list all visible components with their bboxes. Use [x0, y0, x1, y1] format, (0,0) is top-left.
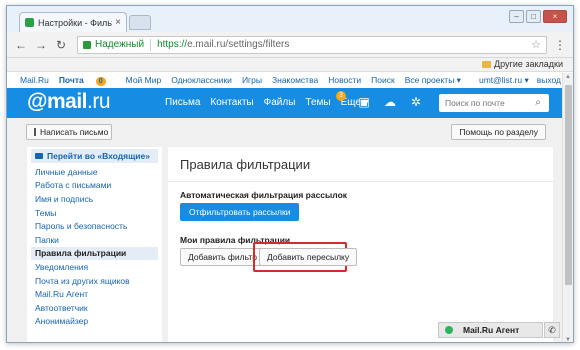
tab-close-icon[interactable]: × — [115, 17, 121, 28]
user-email[interactable]: umt@list.ru ▾ — [479, 75, 529, 86]
go-to-inbox-label: Перейти во «Входящие» — [47, 151, 150, 161]
mail-search-input[interactable] — [445, 98, 529, 108]
url-scheme: https:// — [157, 39, 188, 50]
mail-count-badge: 0 — [95, 77, 106, 86]
settings-menu: Личные данные Работа с письмами Имя и по… — [31, 165, 158, 328]
portal-link-ok[interactable]: Одноклассники — [171, 75, 232, 86]
settings-gear-icon[interactable]: ✲ — [409, 95, 423, 109]
portal-link-all-projects[interactable]: Все проекты ▾ — [405, 75, 461, 86]
page-title: Правила фильтрации — [180, 157, 311, 172]
title-divider — [168, 181, 553, 182]
window-controls: – □ × — [507, 10, 567, 23]
reload-icon[interactable]: ↻ — [53, 38, 69, 52]
logout-link[interactable]: выход — [537, 75, 561, 86]
url-field[interactable]: Надежный https:// e.mail.ru/settings/fil… — [77, 35, 547, 54]
sidebar-item-notifications[interactable]: Уведомления — [31, 260, 158, 274]
browser-tab[interactable]: Настройки - Фильтры - × — [19, 12, 127, 32]
new-tab-button[interactable] — [129, 15, 151, 30]
sidebar-item-anonymizer[interactable]: Анонимайзер — [31, 315, 158, 329]
sidebar-item-agent[interactable]: Mail.Ru Агент — [31, 287, 158, 301]
sidebar-item-name-signature[interactable]: Имя и подпись — [31, 192, 158, 206]
portal-link-mymir[interactable]: Мой Мир — [126, 75, 162, 86]
header-icons: ▣ ☁ ✲ — [357, 95, 435, 109]
mailru-agent-bar[interactable]: Mail.Ru Агент — [438, 322, 543, 338]
browser-menu-icon[interactable]: ⋮ — [553, 38, 567, 52]
maximize-button[interactable]: □ — [526, 10, 541, 23]
portal-link-dating[interactable]: Знакомства — [272, 75, 318, 86]
nav-letters[interactable]: Письма — [165, 97, 200, 108]
url-path: e.mail.ru/settings/filters — [187, 39, 290, 50]
portal-links: Mail.Ru Почта 0 Мой Мир Одноклассники Игр… — [20, 75, 471, 86]
add-forward-button[interactable]: Добавить пересылку — [259, 248, 358, 266]
sidebar-item-themes[interactable]: Темы — [31, 206, 158, 220]
filters-panel: Правила фильтрации Автоматическая фильтр… — [168, 147, 553, 342]
sidebar-item-password-security[interactable]: Пароль и безопасность — [31, 219, 158, 233]
minimize-button[interactable]: – — [509, 10, 524, 23]
sidebar-item-other-mailboxes[interactable]: Почта из других ящиков — [31, 274, 158, 288]
portal-link-mail-label: Почта — [58, 75, 84, 85]
search-icon[interactable]: ⌕ — [529, 94, 547, 112]
sidebar-item-autoresponder[interactable]: Автоответчик — [31, 301, 158, 315]
scroll-thumb[interactable] — [565, 85, 572, 285]
portal-link-news[interactable]: Новости — [328, 75, 361, 86]
user-area: umt@list.ru ▾ выход — [471, 75, 561, 86]
portal-link-mailru[interactable]: Mail.Ru — [20, 75, 49, 86]
nav-contacts[interactable]: Контакты — [210, 97, 253, 108]
calendar-icon[interactable]: ▣ — [357, 95, 371, 109]
url-separator — [150, 38, 152, 51]
close-window-button[interactable]: × — [543, 10, 567, 23]
header-nav: Письма Контакты Файлы Темы Еще ▾ — [165, 97, 379, 108]
compose-button-label: Написать письмо — [40, 127, 109, 137]
other-bookmarks-label: Другие закладки — [494, 59, 563, 69]
compose-icon — [34, 128, 36, 136]
page-scrollbar[interactable]: ▲ ▼ — [562, 73, 573, 342]
agent-status-icon — [445, 326, 453, 334]
portal-link-games[interactable]: Игры — [242, 75, 262, 86]
scroll-up-icon[interactable]: ▲ — [565, 74, 571, 80]
bookmark-star-icon[interactable]: ☆ — [531, 38, 541, 51]
portal-bar: Mail.Ru Почта 0 Мой Мир Одноклассники Игр… — [7, 73, 573, 88]
sidebar-item-mail-work[interactable]: Работа с письмами — [31, 179, 158, 193]
browser-window: Настройки - Фильтры - × – □ × ← → ↻ Наде… — [6, 5, 574, 343]
title-bar: Настройки - Фильтры - × – □ × — [7, 6, 573, 32]
cloud-icon[interactable]: ☁ — [383, 95, 397, 109]
go-to-inbox-link[interactable]: Перейти во «Входящие» — [31, 149, 158, 163]
help-button[interactable]: Помощь по разделу — [451, 124, 546, 140]
mail-header: @mail.ru Письма Контакты Файлы Темы Еще … — [7, 88, 573, 118]
portal-link-mail[interactable]: Почта 0 — [59, 75, 116, 86]
more-badge: 3 — [336, 91, 346, 101]
address-bar: ← → ↻ Надежный https:// e.mail.ru/settin… — [7, 32, 573, 58]
logo-ru: .ru — [87, 90, 111, 113]
phone-icon[interactable]: ✆ — [544, 322, 560, 338]
mailru-logo[interactable]: @mail.ru — [27, 90, 111, 114]
nav-themes[interactable]: Темы — [305, 97, 330, 108]
mail-search: ⌕ — [439, 94, 549, 112]
sidebar-item-filter-rules[interactable]: Правила фильтрации — [31, 246, 158, 261]
folder-icon — [482, 60, 492, 68]
settings-sidebar: Перейти во «Входящие» Личные данные Рабо… — [27, 147, 162, 342]
compose-button[interactable]: Написать письмо — [26, 124, 112, 140]
action-toolbar: Написать письмо Помощь по разделу — [7, 118, 573, 144]
agent-label: Mail.Ru Агент — [463, 325, 520, 335]
other-bookmarks[interactable]: Другие закладки — [482, 59, 563, 69]
bookmarks-bar: Другие закладки — [7, 58, 573, 72]
portal-link-search[interactable]: Поиск — [371, 75, 395, 86]
nav-files[interactable]: Файлы — [264, 97, 296, 108]
logo-at: @mail — [27, 90, 88, 113]
forward-arrow-icon[interactable]: → — [33, 38, 49, 52]
back-arrow-icon[interactable]: ← — [13, 38, 29, 52]
scroll-down-icon[interactable]: ▼ — [565, 337, 571, 342]
mail-favicon-icon — [25, 18, 34, 27]
auto-filter-heading: Автоматическая фильтрация рассылок — [180, 190, 348, 200]
filter-newsletters-button[interactable]: Отфильтровать рассылки — [180, 203, 300, 221]
lock-icon — [83, 40, 91, 49]
sidebar-item-folders[interactable]: Папки — [31, 233, 158, 247]
sidebar-item-personal-data[interactable]: Личные данные — [31, 165, 158, 179]
tab-title: Настройки - Фильтры - — [38, 17, 112, 28]
envelope-icon — [35, 153, 43, 159]
secure-label: Надежный — [95, 39, 145, 50]
